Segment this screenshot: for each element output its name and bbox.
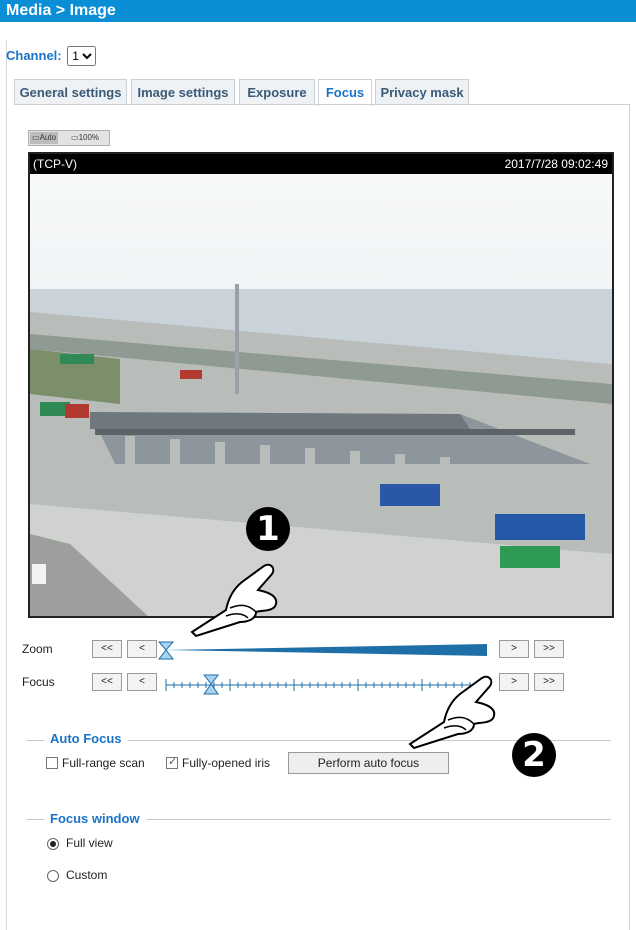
channel-selector: Channel: 1	[6, 46, 97, 66]
focus-far-far-button[interactable]: >>	[534, 673, 564, 691]
perform-auto-focus-button[interactable]: Perform auto focus	[288, 752, 449, 774]
focus-label: Focus	[22, 675, 55, 689]
view-auto-label: Auto	[39, 133, 57, 142]
custom-label: Custom	[66, 868, 108, 882]
radio-selected-dot	[50, 841, 56, 847]
left-divider	[6, 40, 7, 930]
tab-general-settings[interactable]: General settings	[14, 79, 127, 105]
pointing-hand-icon	[408, 675, 496, 750]
full-range-scan-checkbox[interactable]	[46, 757, 58, 769]
full-view-radio[interactable]	[47, 838, 59, 850]
zoom-label: Zoom	[22, 642, 53, 656]
zoom-slider[interactable]	[157, 638, 493, 662]
custom-radio[interactable]	[47, 870, 59, 882]
panel-right-border	[629, 104, 630, 930]
view-100-label: 100%	[78, 133, 100, 142]
callout-one-badge: 1	[246, 507, 290, 551]
checkmark-icon: ✓	[168, 756, 178, 768]
stream-label: (TCP-V)	[33, 157, 77, 171]
focus-near-step-button[interactable]: <	[127, 673, 157, 691]
fully-opened-iris-checkbox[interactable]: ✓	[166, 756, 178, 769]
tab-underline	[14, 104, 630, 105]
pointing-hand-icon	[190, 563, 278, 638]
focus-near-far-button[interactable]: <<	[92, 673, 122, 691]
view-size-buttons: ▭Auto ▭100%	[28, 130, 110, 146]
view-100-button[interactable]: ▭100%	[69, 132, 101, 144]
zoom-tele-step-button[interactable]: >	[499, 640, 529, 658]
camera-image	[30, 174, 612, 616]
tab-privacy-mask[interactable]: Privacy mask	[375, 79, 469, 105]
callout-two-badge: 2	[512, 733, 556, 777]
full-view-label: Full view	[66, 836, 113, 850]
focus-window-title: Focus window	[44, 811, 146, 826]
tab-focus[interactable]: Focus	[318, 79, 372, 106]
full-range-scan-label: Full-range scan	[62, 756, 145, 770]
page-title: Media > Image	[0, 0, 636, 22]
fit-icon: ▭	[32, 133, 40, 142]
timestamp: 2017/7/28 09:02:49	[504, 157, 608, 171]
zoom-slider-thumb[interactable]	[157, 641, 175, 660]
tab-image-settings[interactable]: Image settings	[131, 79, 235, 105]
tab-exposure[interactable]: Exposure	[239, 79, 315, 105]
video-caption-bar: (TCP-V) 2017/7/28 09:02:49	[30, 154, 612, 174]
auto-focus-title: Auto Focus	[44, 731, 128, 746]
fit-icon: ▭	[71, 133, 79, 142]
zoom-wide-far-button[interactable]: <<	[92, 640, 122, 658]
channel-label: Channel:	[6, 48, 62, 63]
live-view[interactable]: (TCP-V) 2017/7/28 09:02:49	[28, 152, 614, 618]
zoom-wide-step-button[interactable]: <	[127, 640, 157, 658]
fully-opened-iris-label: Fully-opened iris	[182, 756, 271, 770]
zoom-tele-far-button[interactable]: >>	[534, 640, 564, 658]
channel-select[interactable]: 1	[67, 46, 97, 66]
view-auto-button[interactable]: ▭Auto	[30, 132, 59, 144]
